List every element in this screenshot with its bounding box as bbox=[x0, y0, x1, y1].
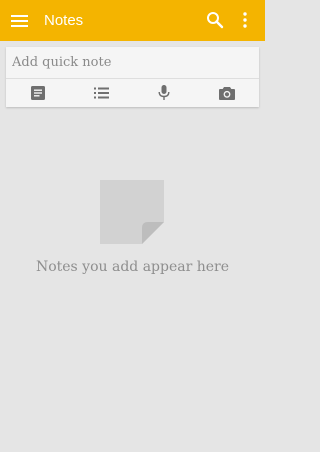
notes-app: Notes Add quick note Notes you add appea… bbox=[0, 0, 265, 452]
hamburger-menu-icon[interactable] bbox=[11, 12, 28, 29]
more-vert-icon[interactable] bbox=[239, 11, 251, 29]
empty-state-message: Notes you add appear here bbox=[35, 259, 230, 275]
microphone-icon[interactable] bbox=[155, 84, 173, 102]
divider bbox=[6, 78, 259, 79]
app-title: Notes bbox=[44, 12, 84, 29]
list-icon[interactable] bbox=[92, 84, 110, 102]
camera-icon[interactable] bbox=[218, 84, 236, 102]
note-icon[interactable] bbox=[29, 84, 47, 102]
search-icon[interactable] bbox=[206, 11, 224, 29]
note-page-icon bbox=[100, 180, 164, 244]
app-bar: Notes bbox=[0, 0, 265, 41]
quick-note-input[interactable] bbox=[6, 47, 259, 78]
quick-note-card bbox=[6, 47, 259, 107]
